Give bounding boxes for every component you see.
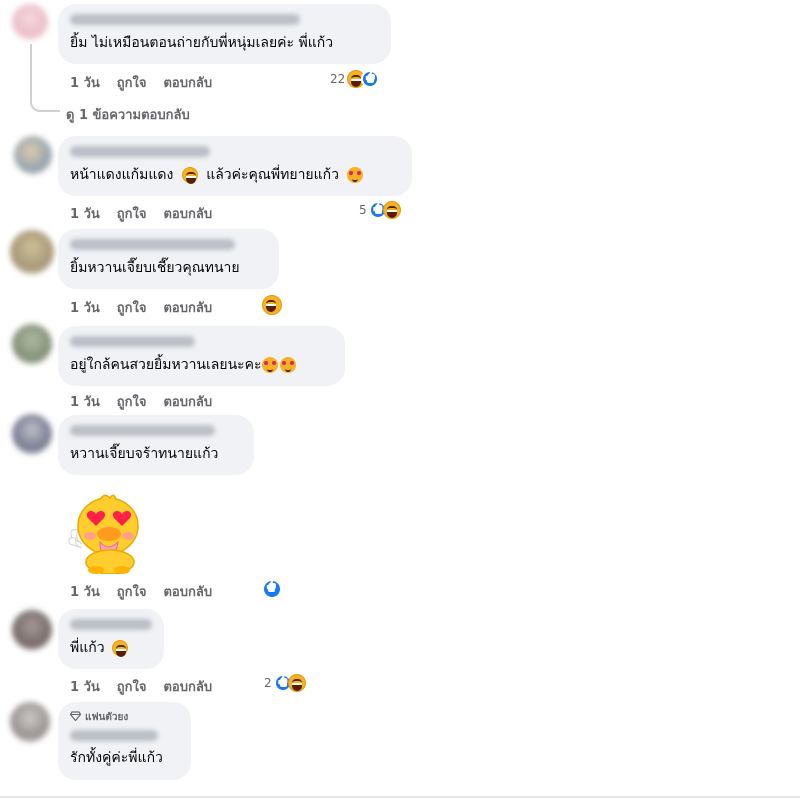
laugh-icon: [287, 674, 306, 692]
comment-actions: 1 วัน ถูกใจ ตอบกลับ: [70, 581, 212, 602]
comment-bubble: พี่แก้ว: [58, 609, 164, 669]
smiling-face-with-hearts-icon: [279, 357, 296, 373]
like-button[interactable]: ถูกใจ: [117, 297, 147, 318]
reaction-summary[interactable]: [262, 295, 282, 315]
reaction-count: 2: [264, 676, 272, 690]
laugh-icon: [262, 295, 282, 315]
like-icon: [361, 70, 380, 88]
reply-button[interactable]: ตอบกลับ: [163, 203, 212, 224]
like-button[interactable]: ถูกใจ: [117, 581, 147, 602]
reaction-summary[interactable]: [262, 579, 282, 599]
avatar[interactable]: [12, 324, 52, 364]
avatar[interactable]: [10, 230, 54, 274]
avatar[interactable]: [10, 702, 50, 742]
reaction-count: 22: [330, 72, 346, 86]
comment-time[interactable]: 1 วัน: [70, 203, 100, 224]
comment-bubble: หวานเจี๊ยบจร้าทนายแก้ว: [58, 415, 254, 475]
comment-bubble: แฟนตัวยง รักทั้งคู่ค่ะพี่แก้ว: [58, 702, 191, 780]
comment-time[interactable]: 1 วัน: [70, 581, 100, 602]
avatar[interactable]: [12, 4, 48, 40]
comment-text-row: พี่แก้ว: [70, 639, 152, 657]
commenter-name-blurred[interactable]: [70, 239, 235, 250]
comment-bubble: หน้าแดงแก้มแดง แล้วค่ะคุณพี่ทยายแก้ว: [58, 136, 412, 196]
reply-button[interactable]: ตอบกลับ: [163, 297, 212, 318]
like-button[interactable]: ถูกใจ: [117, 676, 147, 697]
comment-actions: 1 วัน ถูกใจ ตอบกลับ: [70, 297, 212, 318]
reaction-summary[interactable]: 5: [359, 201, 401, 219]
comment-text-continued: แล้วค่ะคุณพี่ทยายแก้ว: [206, 167, 339, 183]
comment-actions: 1 วัน ถูกใจ ตอบกลับ: [70, 676, 212, 697]
reply-button[interactable]: ตอบกลับ: [163, 72, 212, 93]
reply-button[interactable]: ตอบกลับ: [163, 391, 212, 412]
avatar[interactable]: [12, 610, 52, 650]
smiling-face-with-hearts-icon: [261, 357, 278, 373]
comment-time[interactable]: 1 วัน: [70, 297, 100, 318]
comment-text: รักทั้งคู่ค่ะพี่แก้ว: [70, 750, 163, 766]
rofl-emoji-icon: [181, 167, 198, 184]
comment-text: หน้าแดงแก้มแดง: [70, 167, 174, 183]
like-button[interactable]: ถูกใจ: [117, 203, 147, 224]
comment-time[interactable]: 1 วัน: [70, 676, 100, 697]
grinning-sweat-emoji-icon: [112, 640, 129, 657]
comment-text: อยู่ใกล้คนสวยยิ้มหวานเลยนะคะ: [70, 357, 262, 373]
commenter-name-blurred[interactable]: [70, 336, 195, 347]
comment-text: พี่แก้ว: [70, 640, 105, 656]
like-icon: [262, 579, 282, 599]
comment-text: ยิ้มหวานเจี๊ยบเชี๊ยวคุณทนาย: [70, 260, 240, 276]
comment-actions: 1 วัน ถูกใจ ตอบกลับ: [70, 203, 212, 224]
commenter-name-blurred[interactable]: [70, 619, 152, 630]
badge-label: แฟนตัวยง: [85, 712, 129, 723]
commenter-name-blurred[interactable]: [70, 14, 300, 25]
commenter-name-blurred[interactable]: [70, 425, 215, 436]
diamond-icon: [69, 711, 82, 724]
like-button[interactable]: ถูกใจ: [117, 72, 147, 93]
top-fan-badge[interactable]: แฟนตัวยง: [69, 710, 179, 725]
heart-eyes-duck-sticker[interactable]: [66, 490, 148, 575]
bottom-divider: [0, 796, 800, 798]
comment-actions: 1 วัน ถูกใจ ตอบกลับ: [70, 72, 212, 93]
reply-button[interactable]: ตอบกลับ: [163, 581, 212, 602]
smiling-face-with-hearts-icon: [347, 167, 364, 183]
avatar[interactable]: [14, 136, 52, 174]
commenter-name-blurred[interactable]: [70, 146, 210, 157]
comment-text-row: หน้าแดงแก้มแดง แล้วค่ะคุณพี่ทยายแก้ว: [70, 166, 400, 184]
reply-button[interactable]: ตอบกลับ: [163, 676, 212, 697]
view-replies-link[interactable]: ดู 1 ข้อความตอบกลับ: [66, 104, 190, 125]
laugh-icon: [382, 201, 401, 219]
comment-text: ยิ้ม ไม่เหมือนตอนถ่ายกับพี่หนุ่มเลยค่ะ พ…: [70, 35, 334, 51]
comment-text-row: อยู่ใกล้คนสวยยิ้มหวานเลยนะคะ: [70, 356, 333, 374]
commenter-name-blurred[interactable]: [70, 730, 158, 741]
comment-bubble: ยิ้ม ไม่เหมือนตอนถ่ายกับพี่หนุ่มเลยค่ะ พ…: [58, 4, 391, 64]
comment-actions: 1 วัน ถูกใจ ตอบกลับ: [70, 391, 212, 412]
reaction-count: 5: [359, 203, 367, 217]
comment-bubble: อยู่ใกล้คนสวยยิ้มหวานเลยนะคะ: [58, 326, 345, 386]
avatar[interactable]: [12, 414, 52, 454]
comment-time[interactable]: 1 วัน: [70, 391, 100, 412]
thread-connector: [30, 44, 60, 112]
comment-text: หวานเจี๊ยบจร้าทนายแก้ว: [70, 446, 219, 462]
comment-time[interactable]: 1 วัน: [70, 72, 100, 93]
reaction-summary[interactable]: 2: [264, 674, 306, 692]
like-button[interactable]: ถูกใจ: [117, 391, 147, 412]
comment-bubble: ยิ้มหวานเจี๊ยบเชี๊ยวคุณทนาย: [58, 229, 279, 289]
reaction-summary[interactable]: 22: [330, 70, 380, 88]
sticker-image: [68, 494, 139, 575]
